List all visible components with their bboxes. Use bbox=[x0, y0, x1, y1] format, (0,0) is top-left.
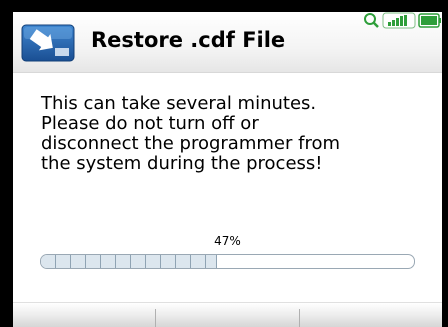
battery-icon bbox=[418, 13, 441, 28]
softkey-center[interactable] bbox=[156, 303, 299, 327]
title-bar: Restore .cdf File bbox=[13, 12, 442, 73]
screen-bezel-top bbox=[0, 0, 448, 12]
dialog-message: This can take several minutes. Please do… bbox=[41, 93, 340, 174]
search-icon bbox=[364, 13, 379, 28]
screen: Restore .cdf File This can take several … bbox=[13, 12, 442, 327]
screen-bezel-right bbox=[442, 0, 448, 327]
softkey-left[interactable] bbox=[13, 303, 155, 327]
device-screen-frame: Restore .cdf File This can take several … bbox=[0, 0, 448, 327]
status-icons bbox=[364, 12, 441, 29]
progress-bar bbox=[40, 254, 415, 269]
dialog-title: Restore .cdf File bbox=[91, 28, 286, 52]
softkey-bar bbox=[13, 302, 442, 327]
restore-arrow-icon bbox=[21, 24, 75, 62]
progress-bar-fill bbox=[41, 255, 218, 268]
softkey-right[interactable] bbox=[300, 303, 442, 327]
screen-bezel-left bbox=[0, 0, 13, 327]
signal-strength-icon bbox=[382, 12, 416, 29]
progress-percentage: 47% bbox=[214, 234, 241, 248]
